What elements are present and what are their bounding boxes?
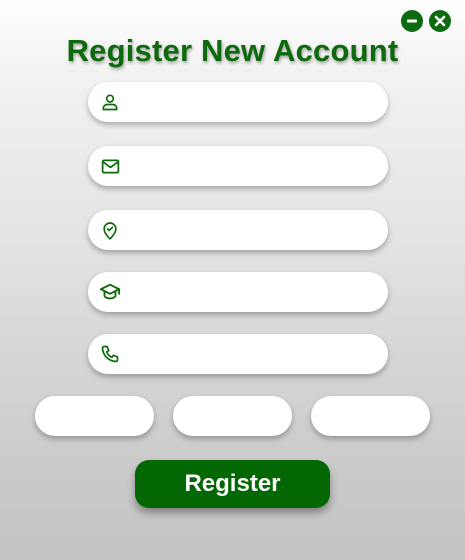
register-window: Register New Account Register xyxy=(0,0,465,560)
user-icon xyxy=(99,91,121,113)
phone-input[interactable] xyxy=(129,335,372,373)
small-field-1[interactable] xyxy=(35,396,154,436)
window-controls xyxy=(401,10,451,32)
close-icon xyxy=(434,15,446,27)
small-input-2[interactable] xyxy=(185,398,284,434)
map-pin-check-icon xyxy=(99,219,121,241)
education-input[interactable] xyxy=(129,273,372,311)
minimize-button[interactable] xyxy=(401,10,423,32)
small-input-1[interactable] xyxy=(47,398,146,434)
name-input[interactable] xyxy=(129,83,372,121)
education-field[interactable] xyxy=(88,272,388,312)
graduation-cap-icon xyxy=(99,281,121,303)
email-field[interactable] xyxy=(88,146,388,186)
small-field-3[interactable] xyxy=(311,396,430,436)
register-button[interactable]: Register xyxy=(135,460,330,508)
phone-icon xyxy=(99,343,121,365)
email-input[interactable] xyxy=(129,147,372,185)
small-field-2[interactable] xyxy=(173,396,292,436)
small-input-3[interactable] xyxy=(323,398,422,434)
phone-field[interactable] xyxy=(88,334,388,374)
location-field[interactable] xyxy=(88,210,388,250)
page-title: Register New Account xyxy=(66,33,399,68)
minus-icon xyxy=(407,19,417,23)
close-button[interactable] xyxy=(429,10,451,32)
mail-icon xyxy=(99,155,121,177)
name-field[interactable] xyxy=(88,82,388,122)
location-input[interactable] xyxy=(129,211,372,249)
